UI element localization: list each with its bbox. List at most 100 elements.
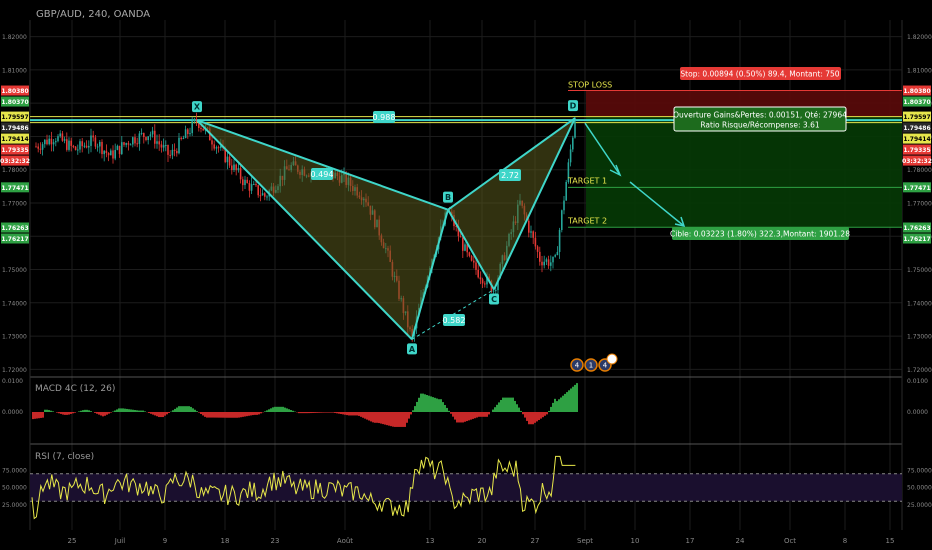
- macd-bar: [316, 412, 318, 413]
- macd-bar: [476, 412, 478, 418]
- macd-bar: [432, 397, 434, 412]
- macd-bar: [310, 412, 312, 414]
- macd-bar: [312, 412, 314, 413]
- macd-bar: [38, 412, 40, 419]
- macd-bar: [570, 388, 572, 412]
- candle: [470, 255, 473, 261]
- macd-bar: [120, 408, 122, 412]
- macd-bar: [64, 412, 66, 415]
- macd-bar: [220, 412, 222, 418]
- stop-info-text: Stop: 0.00894 (0.50%) 89.4, Montant: 750: [680, 70, 839, 79]
- price-tag-label-left: 1.79335: [1, 147, 28, 154]
- macd-bar: [438, 399, 440, 412]
- macd-bar: [576, 383, 578, 412]
- macd-bar: [214, 412, 216, 418]
- macd-bar: [158, 412, 160, 418]
- price-tick-left: 1.75000: [2, 267, 27, 274]
- macd-bar: [416, 401, 418, 412]
- candle: [145, 137, 147, 141]
- time-tick-label: 15: [886, 537, 895, 545]
- macd-bar: [534, 412, 536, 423]
- macd-bar: [384, 412, 386, 425]
- macd-bar: [90, 411, 92, 412]
- macd-bar: [60, 412, 62, 414]
- macd-bar: [256, 412, 258, 415]
- target-info-text: Cible: 0.03223 (1.80%) 322.3,Montant: 19…: [670, 230, 850, 239]
- macd-bar: [430, 396, 432, 412]
- macd-tick-left: 0.0100: [2, 378, 23, 385]
- macd-bar: [564, 393, 566, 412]
- candle: [468, 252, 471, 256]
- macd-bar: [36, 412, 38, 419]
- candle: [57, 136, 59, 142]
- macd-bar: [134, 410, 136, 412]
- price-tag-label-left: 1.80380: [1, 88, 28, 95]
- macd-bar: [46, 409, 48, 412]
- candle: [244, 179, 246, 186]
- macd-bar: [202, 412, 204, 416]
- candle: [536, 246, 539, 252]
- macd-bar: [246, 412, 248, 417]
- macd-bar: [126, 408, 128, 412]
- macd-bar: [118, 408, 120, 412]
- macd-bar: [478, 412, 480, 417]
- macd-bar: [306, 412, 308, 414]
- price-tag-label-left: 1.76217: [1, 236, 28, 243]
- macd-bar: [106, 412, 108, 415]
- candle: [176, 150, 178, 154]
- macd-bar: [358, 412, 360, 416]
- macd-bar: [108, 412, 110, 414]
- candle: [151, 130, 154, 135]
- macd-bar: [408, 412, 410, 419]
- macd-bar: [514, 400, 516, 412]
- macd-bar: [172, 410, 174, 412]
- macd-bar: [380, 412, 382, 424]
- time-tick-label: 27: [531, 537, 540, 545]
- price-tick-left: 1.73000: [2, 334, 27, 341]
- time-tick-label: Août: [337, 537, 353, 545]
- macd-bar: [562, 395, 564, 412]
- time-tick-label: 10: [631, 537, 640, 545]
- profit-zone: [586, 116, 902, 228]
- macd-bar: [236, 412, 238, 418]
- macd-bar: [482, 412, 484, 417]
- candle: [178, 137, 180, 154]
- macd-bar: [538, 412, 540, 421]
- price-tag-label-left: 1.76263: [1, 225, 28, 232]
- macd-bar: [486, 412, 488, 417]
- macd-bar: [544, 412, 546, 416]
- rsi-tick-left: 50.0000: [2, 485, 27, 492]
- candle: [68, 140, 70, 150]
- macd-bar: [466, 412, 468, 422]
- candle: [55, 141, 57, 143]
- macd-bar: [386, 412, 388, 426]
- macd-bar: [272, 407, 274, 412]
- macd-bar: [448, 410, 450, 412]
- macd-bar: [144, 411, 146, 412]
- macd-bar: [474, 412, 476, 419]
- price-tick-right: 1.78000: [907, 167, 932, 174]
- macd-bar: [488, 412, 490, 415]
- price-tag-label-right: 1.79335: [903, 147, 930, 154]
- candle: [569, 149, 572, 163]
- candle: [250, 184, 253, 191]
- time-tick-label: Juil: [114, 537, 125, 545]
- chart-canvas[interactable]: X A B C D 0.988 0.494 2.72 0.582 STOP LOSS TARGET …: [0, 0, 932, 550]
- macd-bar: [84, 409, 86, 412]
- macd-bar: [98, 412, 100, 415]
- macd-bar: [100, 412, 102, 416]
- macd-bar: [44, 409, 46, 412]
- macd-bar: [396, 412, 398, 427]
- price-tag-label-left: 03:32:32: [0, 158, 30, 165]
- macd-bar: [496, 404, 498, 412]
- macd-bar: [78, 411, 80, 412]
- candle: [114, 149, 116, 159]
- macd-bar: [132, 409, 134, 412]
- macd-bar: [332, 412, 334, 413]
- candle: [70, 140, 72, 146]
- time-tick-label: Sept: [577, 537, 593, 545]
- candle: [215, 147, 218, 149]
- macd-bar: [266, 410, 268, 412]
- candle: [39, 148, 42, 150]
- macd-bar: [388, 412, 390, 426]
